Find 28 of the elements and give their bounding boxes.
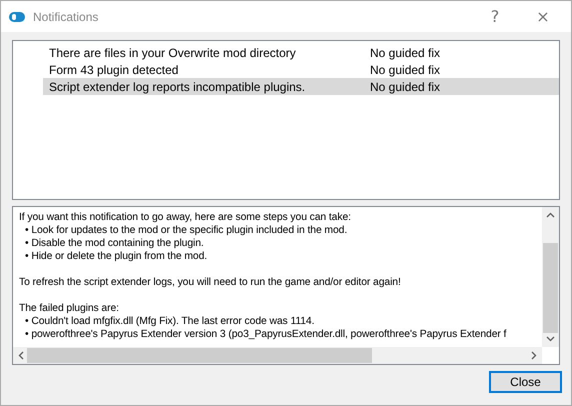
- close-dialog-button[interactable]: Close: [489, 371, 562, 393]
- notification-row[interactable]: Script extender log reports incompatible plugins. No guided fix: [43, 78, 559, 95]
- scroll-left-icon[interactable]: [18, 351, 24, 360]
- details-text: • Disable the mod containing the plugin.: [24, 237, 205, 250]
- notification-row[interactable]: Form 43 plugin detected No guided fix: [43, 61, 559, 78]
- details-text: The failed plugins are:: [19, 302, 120, 315]
- window-title: Notifications: [33, 10, 100, 24]
- details-text: • Look for updates to the mod or the specific plugin included in the mod.: [24, 224, 348, 237]
- scroll-right-icon[interactable]: [531, 351, 537, 360]
- details-text: • Couldn't load mfgfix.dll (Mfg Fix). The last error code was 1114.: [24, 315, 316, 328]
- close-button[interactable]: ×: [523, 7, 563, 26]
- horizontal-scrollbar[interactable]: [13, 347, 542, 364]
- details-text: • Hide or delete the plugin from the mod.: [24, 250, 208, 263]
- details-text: To refresh the script extender logs, you will need to run the game and/or editor again!: [19, 276, 402, 289]
- details-text: If you want this notification to go away, here are some steps you can take:: [19, 211, 352, 224]
- scroll-up-icon[interactable]: [546, 212, 555, 218]
- notification-row[interactable]: There are files in your Overwrite mod directory No guided fix: [43, 44, 559, 61]
- details-text: • powerofthree's Papyrus Extender version 3 (po3_PapyrusExtender.dll, powerofthree's Papyrus Extender f: [24, 328, 508, 341]
- message-cell-text: There are files in your Overwrite mod directory: [48, 46, 297, 60]
- fix-cell-text: No guided fix: [369, 46, 442, 60]
- fix-cell-text: No guided fix: [369, 80, 442, 94]
- vertical-scrollbar[interactable]: [542, 207, 559, 347]
- app-icon: [9, 10, 25, 22]
- message-cell-text: Form 43 plugin detected: [48, 62, 180, 76]
- help-button[interactable]: ?: [475, 7, 515, 26]
- scroll-down-icon[interactable]: [546, 336, 555, 342]
- message-cell-text: Script extender log reports incompatible plugins.: [48, 80, 306, 94]
- fix-cell-text: No guided fix: [369, 62, 442, 76]
